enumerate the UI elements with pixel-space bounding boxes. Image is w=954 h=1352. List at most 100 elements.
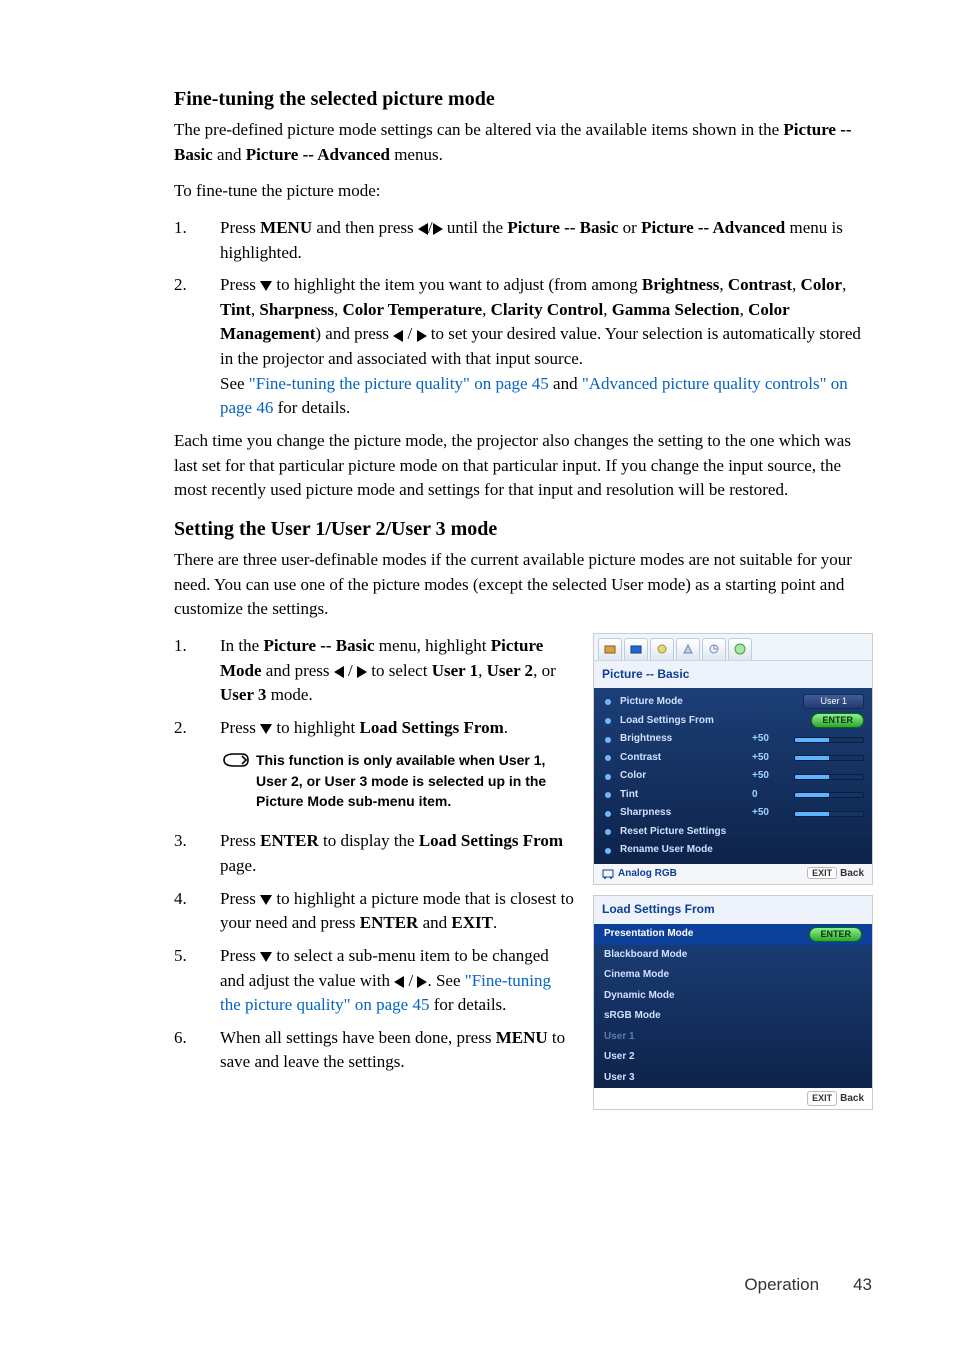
slider xyxy=(794,737,864,743)
arrow-right-icon xyxy=(433,223,443,235)
key-menu: MENU xyxy=(260,218,312,237)
step-3: 3. Press ENTER to display the Load Setti… xyxy=(174,829,576,878)
key-exit: EXIT xyxy=(451,913,493,932)
arrow-left-icon xyxy=(334,666,344,678)
text: mode. xyxy=(266,685,312,704)
osd-row: Brightness+50 xyxy=(594,730,872,749)
to-fine-tune: To fine-tune the picture mode: xyxy=(174,179,872,204)
text: Press xyxy=(220,889,260,908)
arrow-down-icon xyxy=(260,952,272,962)
step-number: 1. xyxy=(174,216,220,265)
note-icon xyxy=(220,750,250,770)
list-item: Dynamic Mode xyxy=(594,986,872,1007)
osd-row: Reset Picture Settings xyxy=(594,823,872,842)
item: Sharpness xyxy=(259,300,334,319)
text: to highlight the item you want to adjust… xyxy=(272,275,642,294)
mode: User 1 xyxy=(432,661,478,680)
key-enter: ENTER xyxy=(260,831,319,850)
arrow-left-icon xyxy=(418,223,428,235)
page-number: 43 xyxy=(853,1273,872,1298)
step-1: 1. Press MENU and then press / until the… xyxy=(174,216,872,265)
arrow-right-icon xyxy=(417,976,427,988)
step-1: 1. In the Picture -- Basic menu, highlig… xyxy=(174,634,576,708)
item: Color Temperature xyxy=(343,300,483,319)
row-icon xyxy=(602,734,614,746)
step-6: 6. When all settings have been done, pre… xyxy=(174,1026,576,1075)
row-label: Load Settings From xyxy=(620,714,805,729)
exit-chip: EXIT xyxy=(807,867,837,879)
row-label: Rename User Mode xyxy=(620,843,864,858)
step-5: 5. Press to select a sub-menu item to be… xyxy=(174,944,576,1018)
row-icon xyxy=(602,715,614,727)
xref-link[interactable]: "Fine-tuning the picture quality" on pag… xyxy=(249,374,549,393)
text: Press xyxy=(220,718,260,737)
text: menu, highlight xyxy=(375,636,491,655)
osd-footer: Analog RGB EXITBack xyxy=(594,864,872,885)
item: Load Settings From xyxy=(360,718,504,737)
item: Tint xyxy=(220,300,251,319)
item-label: Presentation Mode xyxy=(604,927,693,942)
osd-source: Analog RGB xyxy=(618,867,677,882)
row-icon xyxy=(602,696,614,708)
arrow-down-icon xyxy=(260,281,272,291)
osd-row: Color+50 xyxy=(594,767,872,786)
step-number: 2. xyxy=(174,716,220,822)
text: menus. xyxy=(390,145,443,164)
item: Contrast xyxy=(728,275,792,294)
list-item: User 3 xyxy=(594,1068,872,1089)
text: When all settings have been done, press xyxy=(220,1028,496,1047)
section-label: Operation xyxy=(744,1273,819,1298)
arrow-left-icon xyxy=(394,976,404,988)
slider xyxy=(794,755,864,761)
step-2: 2. Press to highlight the item you want … xyxy=(174,273,872,421)
text: . xyxy=(493,913,497,932)
note-text: This function is only available when Use… xyxy=(256,750,576,811)
step-number: 6. xyxy=(174,1026,220,1075)
intro-user-modes: There are three user-definable modes if … xyxy=(174,548,872,622)
text: ) and press xyxy=(315,324,393,343)
row-label: Sharpness xyxy=(620,806,746,821)
key-menu: MENU xyxy=(496,1028,548,1047)
text: The pre-defined picture mode settings ca… xyxy=(174,120,783,139)
arrow-right-icon xyxy=(417,330,427,342)
osd-body: Picture ModeUser 1Load Settings FromENTE… xyxy=(594,688,872,864)
step-number: 1. xyxy=(174,634,220,708)
tab-icon xyxy=(728,638,752,660)
step-number: 5. xyxy=(174,944,220,1018)
arrow-left-icon xyxy=(393,330,403,342)
text: for details. xyxy=(429,995,506,1014)
list-item: Presentation Mode ENTER xyxy=(594,924,872,945)
row-label: Contrast xyxy=(620,751,746,766)
source-icon xyxy=(602,869,614,879)
osd-title: Picture -- Basic xyxy=(594,661,872,688)
intro-para: The pre-defined picture mode settings ca… xyxy=(174,118,872,167)
osd-row: Rename User Mode xyxy=(594,841,872,860)
tab-icon xyxy=(650,638,674,660)
section-fine-tuning: Fine-tuning the selected picture mode Th… xyxy=(174,85,872,503)
tab-icon xyxy=(624,638,648,660)
tab-icon xyxy=(598,638,622,660)
text: . See xyxy=(427,971,464,990)
note: This function is only available when Use… xyxy=(220,750,576,811)
text: and press xyxy=(262,661,334,680)
osd-row: Tint0 xyxy=(594,786,872,805)
osd-row: Sharpness+50 xyxy=(594,804,872,823)
step-4: 4. Press to highlight a picture mode tha… xyxy=(174,887,576,936)
back-label: Back xyxy=(840,1092,864,1107)
text: Press xyxy=(220,946,260,965)
section-user-modes: Setting the User 1/User 2/User 3 mode Th… xyxy=(174,515,872,1121)
osd-row: Load Settings FromENTER xyxy=(594,711,872,730)
row-label: Brightness xyxy=(620,732,746,747)
item: Clarity Control xyxy=(491,300,604,319)
list-item: User 1 xyxy=(594,1027,872,1048)
enter-pill: ENTER xyxy=(809,927,862,942)
text: or xyxy=(618,218,641,237)
row-value: +50 xyxy=(752,769,788,784)
tab-icon xyxy=(702,638,726,660)
heading-user-modes: Setting the User 1/User 2/User 3 mode xyxy=(174,515,872,544)
text: and then press xyxy=(312,218,418,237)
steps-list-1: 1. Press MENU and then press / until the… xyxy=(174,216,872,421)
row-label: Picture Mode xyxy=(620,695,797,710)
back-label: Back xyxy=(840,868,864,879)
row-icon xyxy=(602,752,614,764)
